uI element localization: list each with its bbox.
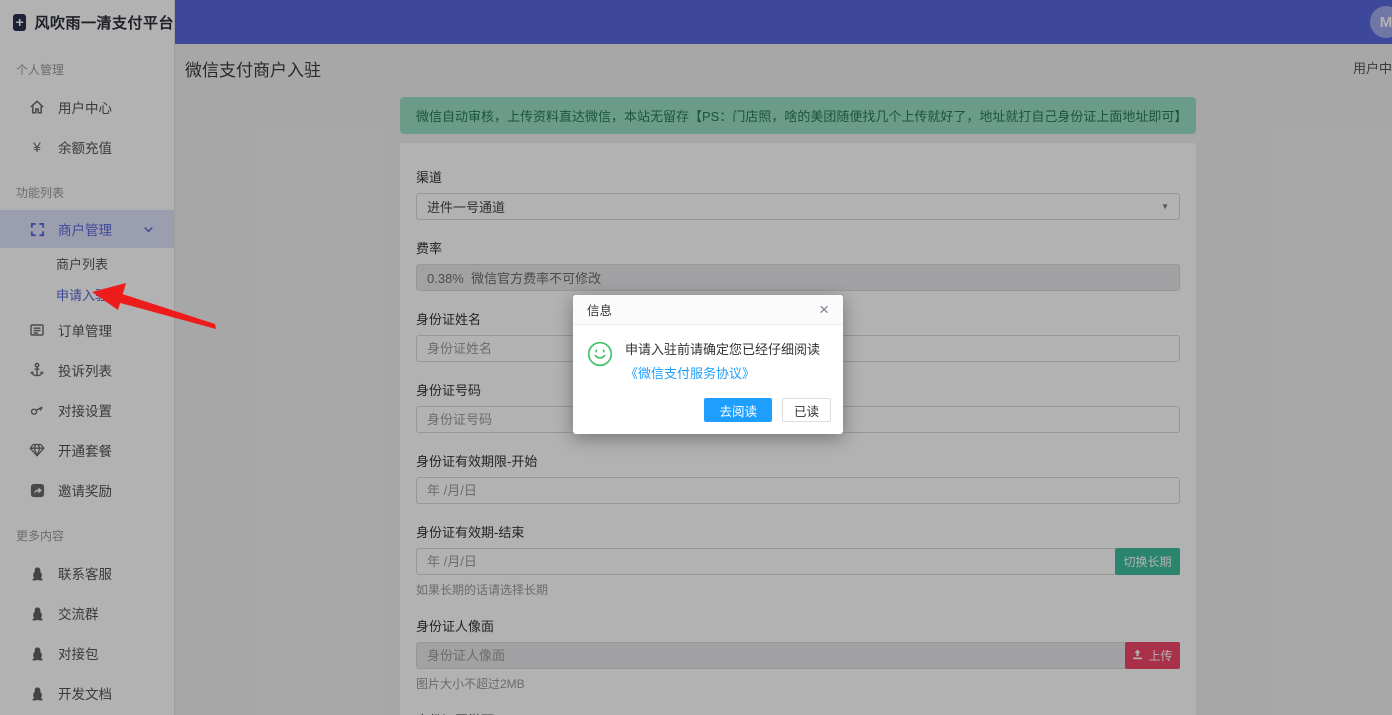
- dialog-title: 信息: [587, 300, 612, 319]
- close-icon[interactable]: ×: [819, 301, 829, 318]
- go-read-button[interactable]: 去阅读: [704, 398, 772, 422]
- dialog-message: 申请入驻前请确定您已经仔细阅读《微信支付服务协议》: [625, 338, 827, 386]
- smiley-icon: [587, 341, 613, 386]
- dialog-message-text: 申请入驻前请确定您已经仔细阅读: [625, 342, 820, 357]
- app-window: M + 风吹雨一清支付平台 个人管理 用户中心 ¥ 余额充值 功能列表 商户管理: [0, 0, 1392, 715]
- dialog-header: 信息 ×: [573, 295, 843, 325]
- dialog-footer: 去阅读 已读: [573, 388, 843, 434]
- already-read-button[interactable]: 已读: [782, 398, 831, 422]
- wechat-agreement-link[interactable]: 《微信支付服务协议》: [625, 366, 755, 381]
- info-dialog: 信息 × 申请入驻前请确定您已经仔细阅读《微信支付服务协议》 去阅读 已读: [573, 295, 843, 434]
- dialog-body: 申请入驻前请确定您已经仔细阅读《微信支付服务协议》: [573, 325, 843, 388]
